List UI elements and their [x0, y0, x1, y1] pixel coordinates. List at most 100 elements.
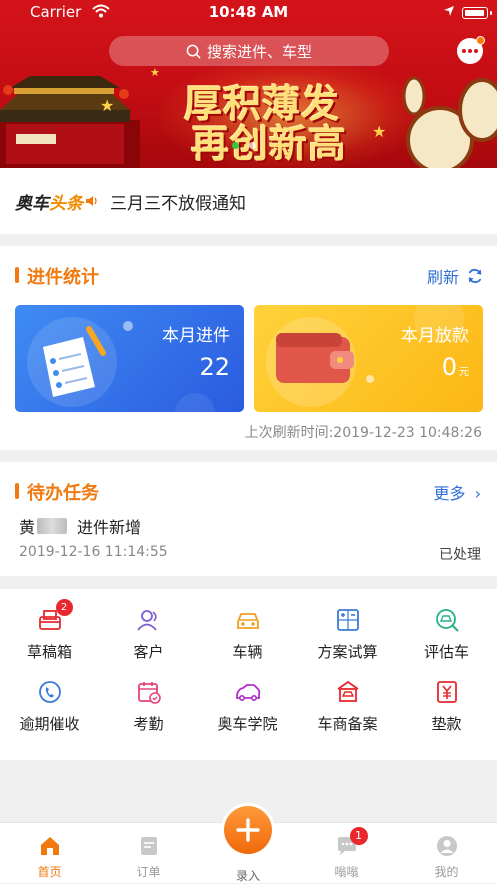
appraise-car-icon	[434, 607, 460, 633]
todo-section: 待办任务 更多 › 黄 进件新增 2019-12-16 11:14:55 已处理	[0, 462, 497, 576]
carousel-dot-active	[232, 142, 239, 149]
news-text[interactable]: 三月三不放假通知	[110, 189, 246, 214]
card-decoration	[123, 321, 133, 331]
message-icon: 1	[336, 827, 368, 857]
chevron-right-icon: ›	[474, 484, 481, 503]
todo-title: 待办任务	[15, 479, 99, 505]
news-ticker[interactable]: 奥车头条 三月三不放假通知	[0, 168, 497, 234]
grid-item-drafts[interactable]: 2 草稿箱	[0, 599, 99, 662]
grid-item-label: 草稿箱	[26, 643, 72, 661]
tab-label: 首页	[37, 865, 62, 879]
monthly-loans-card[interactable]: 本月放款 0元	[254, 305, 483, 412]
message-button[interactable]	[457, 36, 485, 64]
monthly-applications-value: 22	[199, 353, 230, 381]
vehicle-icon	[235, 607, 261, 633]
todo-action: 进件新增	[77, 518, 142, 537]
tab-label: 我的	[434, 865, 459, 879]
brand-part-a: 奥车	[15, 193, 49, 214]
grid-item-label: 客户	[133, 643, 164, 661]
messages-badge: 1	[349, 827, 368, 845]
status-bar: Carrier 10:48 AM	[0, 0, 497, 26]
location-arrow-icon	[444, 6, 454, 16]
monthly-applications-label: 本月进件	[162, 326, 230, 346]
grid-item-collection[interactable]: 逾期催收	[0, 679, 99, 734]
document-pen-icon	[43, 326, 106, 397]
grid-item-customer[interactable]: 客户	[99, 607, 198, 662]
grid-item-vehicle[interactable]: 车辆	[198, 607, 297, 662]
monthly-applications-number: 22	[199, 353, 230, 381]
refresh-button[interactable]: 刷新	[427, 264, 483, 288]
last-refresh-time: 上次刷新时间:2019-12-23 10:48:26	[244, 425, 482, 441]
monthly-loans-unit: 元	[459, 367, 469, 378]
monthly-loans-label: 本月放款	[401, 326, 469, 346]
grid-item-label: 评估车	[423, 643, 469, 661]
slogan-line-1: 厚积薄发	[183, 81, 340, 126]
add-entry-button[interactable]	[221, 803, 275, 857]
monthly-loans-number: 0	[441, 353, 457, 381]
phone-icon	[37, 679, 63, 705]
todo-customer-name: 黄	[19, 518, 36, 537]
monthly-applications-card[interactable]: 本月进件 22	[15, 305, 244, 412]
grid-item-label: 考勤	[133, 715, 164, 733]
grid-item-advance[interactable]: 垫款	[397, 679, 496, 734]
grid-item-appraise[interactable]: 评估车	[397, 607, 496, 662]
grid-item-label: 奥车学院	[217, 715, 278, 733]
slogan-line-2: 再创新高	[190, 121, 347, 166]
plus-icon	[224, 806, 272, 854]
academy-car-icon	[235, 679, 261, 705]
card-decoration	[366, 375, 374, 383]
grid-item-attendance[interactable]: 考勤	[99, 679, 198, 734]
card-decoration	[175, 393, 215, 412]
search-placeholder: 搜索进件、车型	[206, 42, 312, 61]
refresh-label: 刷新	[426, 268, 459, 287]
advance-payment-icon	[434, 679, 460, 705]
stats-section: 进件统计 刷新 本月进件 22 本月放款 0 元 上次刷新时间:2019-12-…	[0, 246, 497, 450]
tab-orders[interactable]: 订单	[99, 835, 198, 880]
grid-item-calculator[interactable]: 方案试算	[298, 607, 397, 662]
tab-messages[interactable]: 1 嗡嗡	[297, 827, 396, 880]
promo-banner[interactable]: ★ ★ ★ 厚积薄发 再创新高 Carrier 10:48 AM 搜索进件、车型	[0, 0, 497, 168]
function-grid: 2 草稿箱 客户 车辆 方案试算 评估车 逾期催收 考勤 奥车学院 车商备案 垫…	[0, 589, 497, 760]
gate-illustration	[0, 76, 140, 168]
unread-dot	[476, 36, 485, 45]
more-link[interactable]: 更多 ›	[433, 480, 481, 504]
banner-slogan: 厚积薄发 再创新高	[138, 84, 386, 164]
star-decoration: ★	[100, 96, 115, 115]
todo-status: 已处理	[439, 547, 481, 563]
more-label: 更多	[433, 484, 466, 503]
grid-item-label: 车辆	[232, 643, 263, 661]
search-bar[interactable]: 搜索进件、车型	[109, 36, 389, 66]
grid-item-label: 方案试算	[317, 643, 378, 661]
wallet-icon	[276, 333, 354, 383]
tab-profile[interactable]: 我的	[397, 835, 496, 880]
drafts-icon: 2	[37, 599, 73, 633]
monthly-loans-value: 0元	[442, 353, 469, 381]
carousel-dot	[249, 142, 256, 149]
home-icon	[39, 835, 61, 857]
stats-title: 进件统计	[15, 263, 99, 289]
redacted-name	[37, 518, 68, 534]
brand-part-b: 头条	[49, 193, 83, 214]
calculator-icon	[335, 607, 361, 633]
clock-label: 10:48 AM	[208, 3, 289, 21]
add-entry-label: 录入	[235, 869, 260, 883]
search-icon	[186, 44, 201, 59]
dealer-record-icon	[335, 679, 361, 705]
battery-icon	[462, 7, 492, 19]
grid-item-label: 车商备案	[317, 715, 378, 733]
drafts-badge: 2	[55, 599, 73, 616]
todo-item[interactable]: 黄 进件新增	[19, 514, 141, 538]
grid-item-academy[interactable]: 奥车学院	[198, 679, 297, 734]
tab-home[interactable]: 首页	[0, 835, 99, 880]
tab-label: 嗡嗡	[334, 865, 359, 879]
speaker-icon	[86, 196, 97, 206]
refresh-icon	[468, 268, 482, 284]
star-decoration: ★	[150, 66, 160, 79]
chat-bubble-icon	[462, 49, 478, 53]
grid-item-label: 逾期催收	[19, 715, 80, 733]
news-brand-logo: 奥车头条	[15, 189, 83, 214]
attendance-icon	[136, 679, 162, 705]
grid-item-label: 垫款	[431, 715, 462, 733]
todo-date: 2019-12-16 11:14:55	[19, 544, 168, 560]
grid-item-dealer[interactable]: 车商备案	[298, 679, 397, 734]
